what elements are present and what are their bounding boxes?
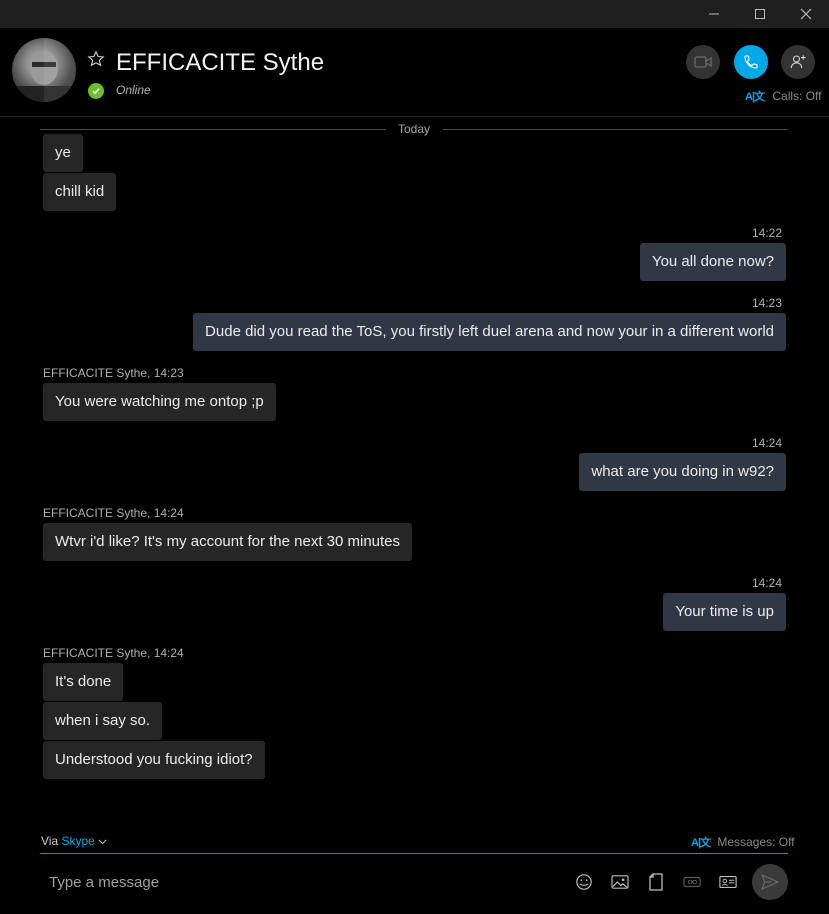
video-call-button[interactable] xyxy=(686,45,720,79)
outgoing-message[interactable]: Your time is up xyxy=(663,593,786,631)
via-prefix: Via xyxy=(41,834,59,848)
message-timestamp: 14:24 xyxy=(751,576,782,590)
image-icon xyxy=(611,875,629,889)
incoming-message[interactable]: Understood you fucking idiot? xyxy=(43,741,265,779)
incoming-message[interactable]: Wtvr i'd like? It's my account for the n… xyxy=(43,523,413,561)
incoming-message[interactable]: ye xyxy=(43,134,83,172)
sender-timestamp: EFFICACITE Sythe, 14:24 xyxy=(43,506,184,520)
outgoing-message[interactable]: Dude did you read the ToS, you firstly l… xyxy=(193,313,786,351)
outgoing-message[interactable]: what are you doing in w92? xyxy=(579,453,786,491)
status-text: Online xyxy=(116,83,151,97)
online-status-icon xyxy=(88,83,104,99)
calls-translator-label: Calls: Off xyxy=(772,89,822,103)
send-image-button[interactable] xyxy=(610,872,630,892)
sender-timestamp: EFFICACITE Sythe, 14:23 xyxy=(43,366,184,380)
phone-icon xyxy=(744,55,758,69)
translate-icon: A|文 xyxy=(745,91,765,103)
incoming-message[interactable]: chill kid xyxy=(43,173,117,211)
day-separator: Today xyxy=(40,122,788,136)
via-service-selector[interactable]: Via Skype xyxy=(41,834,107,848)
emoji-icon xyxy=(576,874,592,890)
contact-card-icon xyxy=(719,876,737,888)
message-timestamp: 14:24 xyxy=(751,436,782,450)
send-button[interactable] xyxy=(752,864,788,900)
chat-header: EFFICACITE Sythe Online A|文 Calls: Off xyxy=(0,28,829,117)
composer-divider xyxy=(40,853,788,854)
send-icon xyxy=(761,874,779,890)
message-input[interactable] xyxy=(47,866,551,898)
audio-call-button[interactable] xyxy=(734,45,768,79)
send-file-button[interactable] xyxy=(646,872,666,892)
add-person-icon xyxy=(790,55,806,69)
sender-timestamp: EFFICACITE Sythe, 14:24 xyxy=(43,646,184,660)
incoming-message[interactable]: You were watching me ontop ;p xyxy=(43,383,276,421)
share-contact-button[interactable] xyxy=(718,872,738,892)
minimize-icon xyxy=(709,13,719,15)
day-label: Today xyxy=(397,122,431,136)
chevron-down-icon xyxy=(98,839,107,845)
calls-translator-toggle[interactable]: A|文 Calls: Off xyxy=(745,88,822,104)
translate-icon: A|文 xyxy=(691,837,711,849)
video-camera-icon xyxy=(694,56,712,68)
messages-translator-toggle[interactable]: A|文 Messages: Off xyxy=(691,834,795,850)
file-icon xyxy=(649,873,663,891)
outgoing-message[interactable]: You all done now? xyxy=(639,243,786,281)
contact-name[interactable]: EFFICACITE Sythe xyxy=(116,49,324,77)
avatar-image xyxy=(12,38,76,102)
incoming-message[interactable]: when i say so. xyxy=(43,702,163,740)
messages-translator-label: Messages: Off xyxy=(717,835,795,849)
window-titlebar xyxy=(0,0,829,28)
incoming-message[interactable]: It's done xyxy=(43,663,124,701)
favorite-star-icon[interactable] xyxy=(87,50,105,68)
via-service[interactable]: Skype xyxy=(61,834,94,848)
emoji-button[interactable] xyxy=(574,872,594,892)
video-message-icon xyxy=(683,876,701,888)
message-timestamp: 14:23 xyxy=(751,296,782,310)
maximize-button[interactable] xyxy=(737,0,783,28)
close-button[interactable] xyxy=(783,0,829,28)
video-message-button[interactable] xyxy=(682,872,702,892)
close-icon xyxy=(800,8,812,20)
add-people-button[interactable] xyxy=(781,45,815,79)
minimize-button[interactable] xyxy=(691,0,737,28)
avatar[interactable] xyxy=(12,38,76,102)
maximize-icon xyxy=(755,9,765,19)
message-timestamp: 14:22 xyxy=(751,226,782,240)
